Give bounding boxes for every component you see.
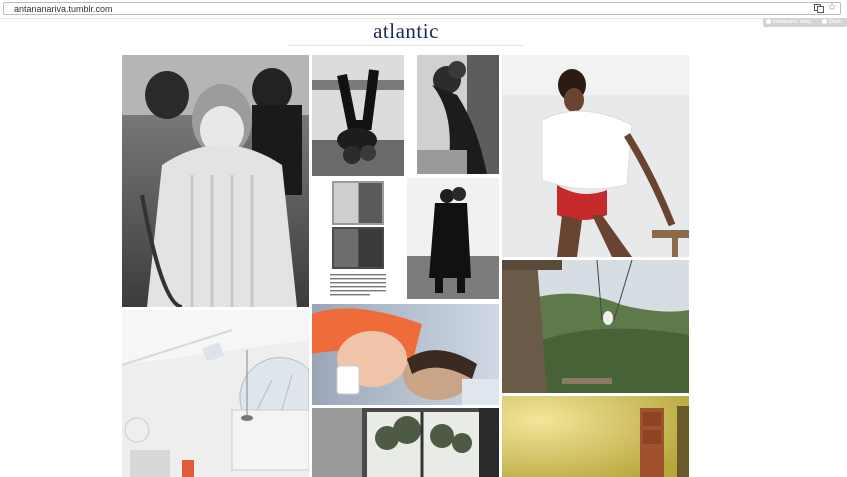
photo-magazine-page[interactable]: [312, 178, 404, 301]
home-icon: [822, 19, 827, 24]
browser-toolbar: antananariva.tumblr.com ☆: [0, 0, 847, 19]
title-divider: [288, 45, 524, 46]
photo-kissing-couple-bw[interactable]: [417, 55, 499, 174]
photo-white-loft-interior[interactable]: [122, 310, 309, 477]
photo-embracing-couple-road[interactable]: [407, 178, 499, 299]
edit-theme-button[interactable]: Изменить тему: [763, 18, 821, 27]
photo-sweater-portrait[interactable]: [122, 55, 309, 307]
dashboard-label: Dash: [829, 19, 842, 25]
photo-window-view-trees[interactable]: [312, 408, 499, 477]
photo-swing-over-valley[interactable]: [502, 260, 689, 393]
dashboard-button[interactable]: Dash: [819, 18, 847, 27]
photo-yellow-room-door[interactable]: [502, 396, 689, 477]
photo-upside-down-couple[interactable]: [312, 55, 404, 176]
address-bar[interactable]: antananariva.tumblr.com ☆: [3, 2, 841, 15]
blog-title[interactable]: atlantic: [288, 19, 524, 43]
eye-icon: [766, 19, 771, 24]
photo-woman-white-top[interactable]: [502, 55, 689, 257]
bookmark-star-icon[interactable]: ☆: [827, 3, 837, 13]
translate-icon[interactable]: [814, 4, 824, 13]
url-text: antananariva.tumblr.com: [14, 4, 113, 14]
photo-couple-in-bed[interactable]: [312, 304, 499, 405]
edit-theme-label: Изменить тему: [773, 19, 812, 25]
